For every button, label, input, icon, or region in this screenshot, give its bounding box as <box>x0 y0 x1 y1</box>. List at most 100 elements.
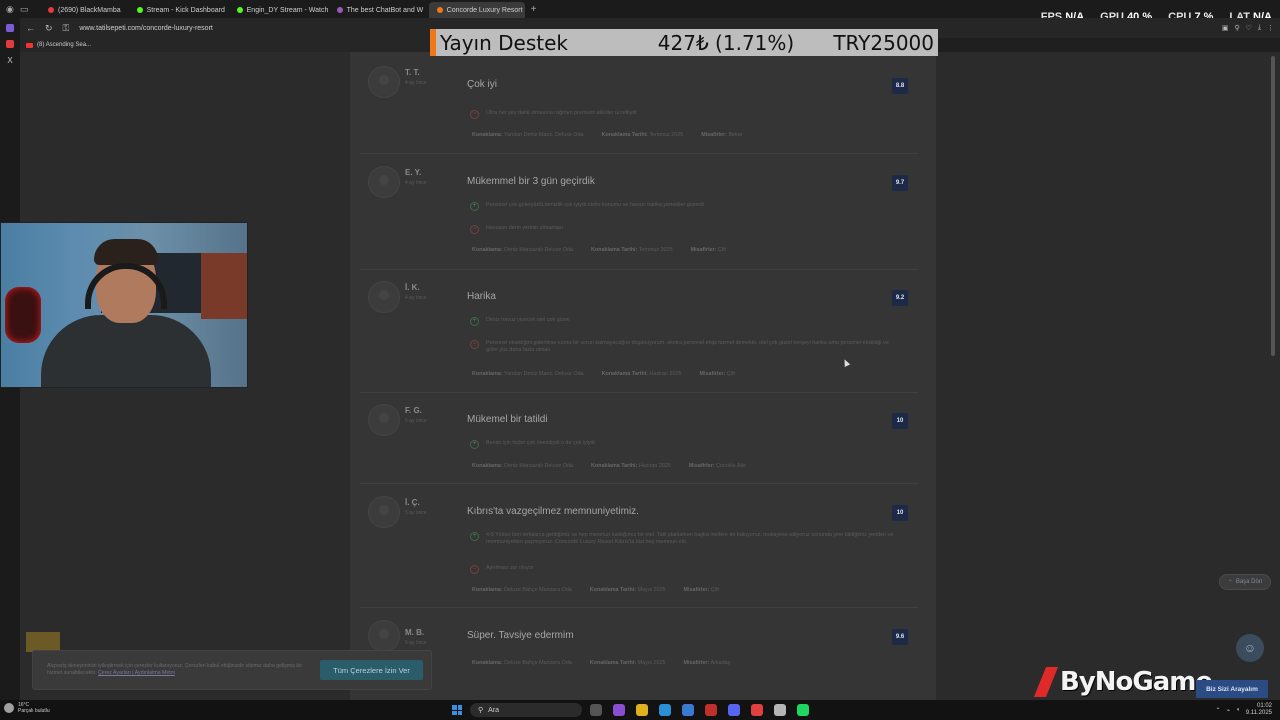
meta-value: Mayıs 2025 <box>637 660 666 666</box>
meta-value: Yandan Deniz Manz. Deluxe Oda <box>503 371 584 377</box>
pin-icon[interactable]: ⚲ <box>1234 24 1239 32</box>
windows-start-icon[interactable] <box>452 705 462 715</box>
call-us-button[interactable]: Biz Sizi Arayalım <box>1196 680 1268 698</box>
meta-date: Konaklama Tarihi: Haziran 2025 <box>591 463 671 469</box>
meta-value: Çift <box>710 587 719 593</box>
tab-engin-stream[interactable]: Engin_DY Stream - Watch <box>229 2 329 18</box>
steam-icon[interactable] <box>774 704 786 716</box>
task-view-icon[interactable] <box>590 704 602 716</box>
meta-room: Konaklama: Yandan Deniz Manz. Deluxe Oda <box>472 132 584 138</box>
cookie-banner: Alışveriş deneyiminizi iyileştirmek için… <box>32 650 432 690</box>
reviewer-initials: İ. K. <box>405 283 420 292</box>
review-card: İ. K. 4 ay önce Harika 9.2 + Deniz havuz… <box>360 281 918 393</box>
meta-guests: Misafirler: Bekar <box>701 132 742 138</box>
meta-key: Konaklama Tarihi: <box>601 132 648 138</box>
review-text: 4-5 Yıldan beri defalarca geldiğimiz ve … <box>486 532 894 545</box>
meta-room: Konaklama: Deluxe Bahçe Manzara Oda <box>472 587 572 593</box>
back-to-top-label: Başa Dön <box>1235 579 1263 585</box>
cam-person-hair <box>94 239 158 265</box>
weather-widget[interactable]: 16°C Parçalı bulutlu <box>4 702 50 714</box>
meta-date: Konaklama Tarihi: Mayıs 2025 <box>590 587 666 593</box>
extension-icon[interactable]: ▣ <box>1222 24 1229 32</box>
avatar <box>368 166 400 198</box>
banner-amount: 427₺ (1.71%) <box>657 30 795 55</box>
chevron-up-icon[interactable]: ⌃ <box>1215 707 1220 714</box>
meta-guests: Misafirler: Arkadaş <box>684 660 731 666</box>
review-score-badge: 8.8 <box>892 78 908 94</box>
meta-value: Deniz Manzaralı Deluxe Oda <box>504 463 573 469</box>
back-to-top-button[interactable]: ⌃ Başa Dön <box>1219 574 1271 590</box>
spotify-icon[interactable] <box>797 704 809 716</box>
meta-key: Konaklama: <box>472 247 503 253</box>
accept-all-cookies-button[interactable]: Tüm Çerezlere İzin Ver <box>320 660 423 680</box>
scrollbar-thumb[interactable] <box>1271 56 1275 356</box>
tab-menu-icon[interactable]: ▭ <box>20 4 29 15</box>
tatilsepeti-icon <box>436 7 443 13</box>
page-backdrop-right <box>936 52 1280 700</box>
reviewer-initials: İ. Ç. <box>405 498 420 507</box>
review-positive: + Personel çok güleryüzlü,temizlik çok i… <box>470 202 900 211</box>
page-scrollbar[interactable] <box>1270 56 1276 696</box>
download-icon[interactable]: ⤓ <box>1258 24 1261 32</box>
review-age: 4 ay önce <box>405 180 427 186</box>
review-card: F. G. 5 ay önce Mükemel bir tatildi 10 +… <box>360 404 918 484</box>
meta-value: Yandan Deniz Manz. Deluxe Oda <box>503 132 584 138</box>
review-positive: + Benim için hiçbir çok önemliydi o da ç… <box>470 440 900 449</box>
bookmark-item[interactable]: (8) Ascending Sea... <box>37 42 91 48</box>
network-icon[interactable]: ⌁ <box>1227 707 1231 714</box>
heart-icon[interactable]: ♡ <box>1246 24 1252 32</box>
tab-chatbot[interactable]: The best ChatBot and W <box>329 2 429 18</box>
app-icon[interactable] <box>613 704 625 716</box>
url-field[interactable]: www.tatilsepeti.com/concorde-luxury-reso… <box>79 25 212 32</box>
review-score-badge: 9.6 <box>892 629 908 645</box>
youtube-icon[interactable] <box>6 40 14 48</box>
review-negative: − Havuzun derin yerinin olmaması <box>470 225 900 234</box>
x-icon[interactable]: X <box>7 56 12 65</box>
meta-room: Konaklama: Deluxe Bahçe Manzara Oda <box>472 660 572 666</box>
review-title: Süper. Tavsiye edermim <box>467 630 574 641</box>
opera-icon[interactable] <box>751 704 763 716</box>
site-info-icon[interactable]: ⚿ <box>63 23 70 34</box>
meta-key: Konaklama Tarihi: <box>589 587 637 593</box>
kick-icon <box>236 7 243 13</box>
taskbar-search[interactable]: ⚲ Ara <box>470 703 582 717</box>
meta-key: Konaklama Tarihi: <box>590 247 638 253</box>
reload-icon[interactable]: ↻ <box>45 23 53 34</box>
cookie-tab[interactable] <box>26 632 60 652</box>
edge-icon[interactable] <box>659 704 671 716</box>
avatar <box>368 281 400 313</box>
store-icon[interactable] <box>682 704 694 716</box>
chat-support-button[interactable]: ☺ <box>1236 634 1264 662</box>
review-title: Çok iyi <box>467 79 498 90</box>
taskbar-clock[interactable]: 01:02 9.11.2025 <box>1246 703 1272 717</box>
review-negative: − Ayrılması zor oluyor <box>470 565 900 574</box>
tab-blackmamba[interactable]: (2690) BlackMamba <box>40 2 129 18</box>
volume-icon[interactable]: ◖ <box>1236 707 1240 713</box>
system-tray: ⌃ ⌁ ◖ 01:02 9.11.2025 <box>1215 703 1272 717</box>
discord-icon[interactable] <box>728 704 740 716</box>
tab-kick-dashboard[interactable]: Stream - Kick Dashboard <box>129 2 229 18</box>
meta-guests: Misafirler: Çift <box>691 247 726 253</box>
meta-key: Konaklama: <box>472 587 503 593</box>
meta-guests: Misafirler: Çift <box>684 587 719 593</box>
menu-icon[interactable]: ⋮ <box>1267 24 1274 32</box>
file-explorer-icon[interactable] <box>636 704 648 716</box>
new-tab-button[interactable]: + <box>525 4 543 15</box>
tab-label: Concorde Luxury Resort <box>446 6 523 14</box>
avatar <box>368 404 400 436</box>
meta-key: Konaklama Tarihi: <box>589 660 637 666</box>
tab-concorde-active[interactable]: Concorde Luxury Resort ✕ <box>428 2 525 18</box>
tab-label: Engin_DY Stream - Watch <box>246 6 329 14</box>
back-arrow-icon[interactable]: ← <box>26 23 35 33</box>
avatar <box>368 620 400 652</box>
screen: ◉ ▭ (2690) BlackMamba Stream - Kick Dash… <box>0 0 1280 720</box>
review-card: İ. Ç. 5 ay önce Kıbrıs'ta vazgeçilmez me… <box>360 496 918 608</box>
twitch-icon[interactable] <box>6 24 14 32</box>
cookie-settings-link[interactable]: Çerez Ayarları | Aydınlatma Metni <box>98 670 175 676</box>
review-age: 5 ay önce <box>405 640 427 646</box>
meta-value: Çift <box>717 247 726 253</box>
tab-label: The best ChatBot and W <box>346 6 424 14</box>
review-age: 5 ay önce <box>405 418 427 424</box>
meta-key: Konaklama: <box>472 463 503 469</box>
app-active-icon[interactable] <box>705 704 717 716</box>
